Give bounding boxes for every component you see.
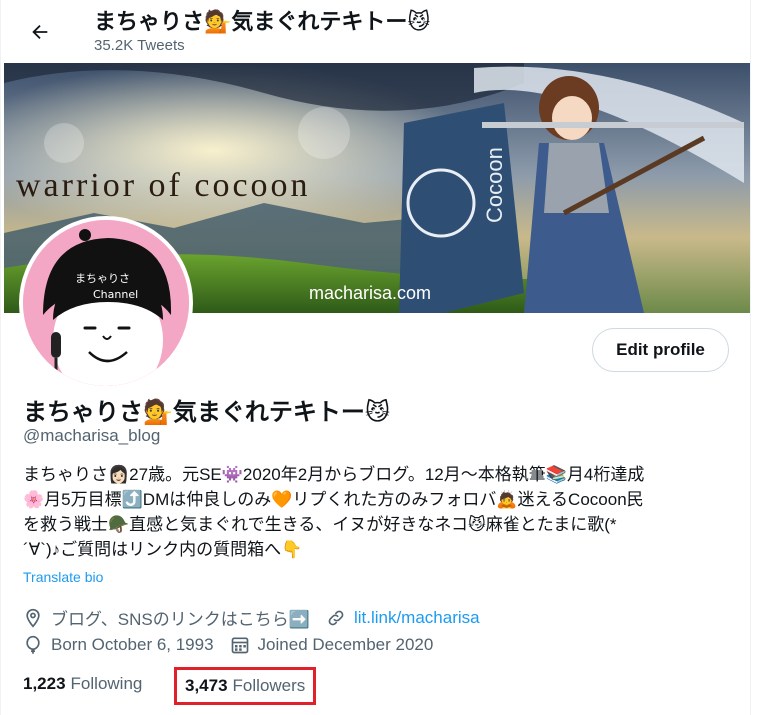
bio-line: を救う戦士🪖直感と気まぐれで生きる、イヌが好きなネコ😼麻雀とたまに歌(* [23,515,617,534]
profile-handle: @macharisa_blog [23,426,161,445]
following-label: Following [70,674,143,693]
profile-birthday: Born October 6, 1993 [51,635,214,654]
bio-line: ´∀`)♪ご質問はリンク内の質問箱へ👇 [23,540,303,559]
followers-stat[interactable]: 3,473 Followers [174,667,317,705]
following-count: 1,223 [23,674,66,693]
banner-flag-text: Cocoon [482,147,507,223]
profile-location: ブログ、SNSのリンクはこちら➡️ [51,610,310,629]
followers-count: 3,473 [185,676,228,695]
location-pin-icon [23,608,43,628]
bio-line: 🌸月5万目標⤴️DMは仲良しのみ🧡リプくれた方のみフォロバ🙇迷えるCocoon民 [23,490,644,509]
profile-joined: Joined December 2020 [257,635,434,654]
avatar-text-1: まちゃりさ [75,272,130,285]
balloon-icon [23,635,43,655]
profile-website-link[interactable]: lit.link/macharisa [354,608,480,628]
profile-header: まちゃりさ💁気まぐれテキトー😼 35.2K Tweets [0,0,751,62]
avatar-text-2: Channel [93,288,138,301]
profile-meta-row-2: Born October 6, 1993 Joined December 202… [23,635,433,655]
following-stat[interactable]: 1,223 Following [23,674,142,694]
arrow-left-icon [32,24,48,40]
banner-headline: warrior of cocoon [16,167,311,204]
profile-name: まちゃりさ💁気まぐれテキトー😼 [23,399,390,426]
followers-label: Followers [232,676,306,695]
calendar-icon [230,635,250,655]
edit-profile-button[interactable]: Edit profile [592,328,729,372]
link-icon [326,608,346,628]
translate-bio-link[interactable]: Translate bio [23,569,103,585]
avatar[interactable]: まちゃりさ Channel [19,216,193,390]
banner-url: macharisa.com [309,283,431,303]
back-button[interactable] [22,14,58,50]
profile-meta-row-1: ブログ、SNSのリンクはこちら➡️ lit.link/macharisa [23,605,480,630]
header-title: まちゃりさ💁気まぐれテキトー😼 [94,9,431,34]
tweet-count: 35.2K Tweets [94,37,185,54]
profile-bio: まちゃりさ👩🏻27歳。元SE👾2020年2月からブログ。12月～本格執筆📚月4桁… [23,462,735,562]
bio-line: まちゃりさ👩🏻27歳。元SE👾2020年2月からブログ。12月～本格執筆📚月4桁… [23,465,645,484]
